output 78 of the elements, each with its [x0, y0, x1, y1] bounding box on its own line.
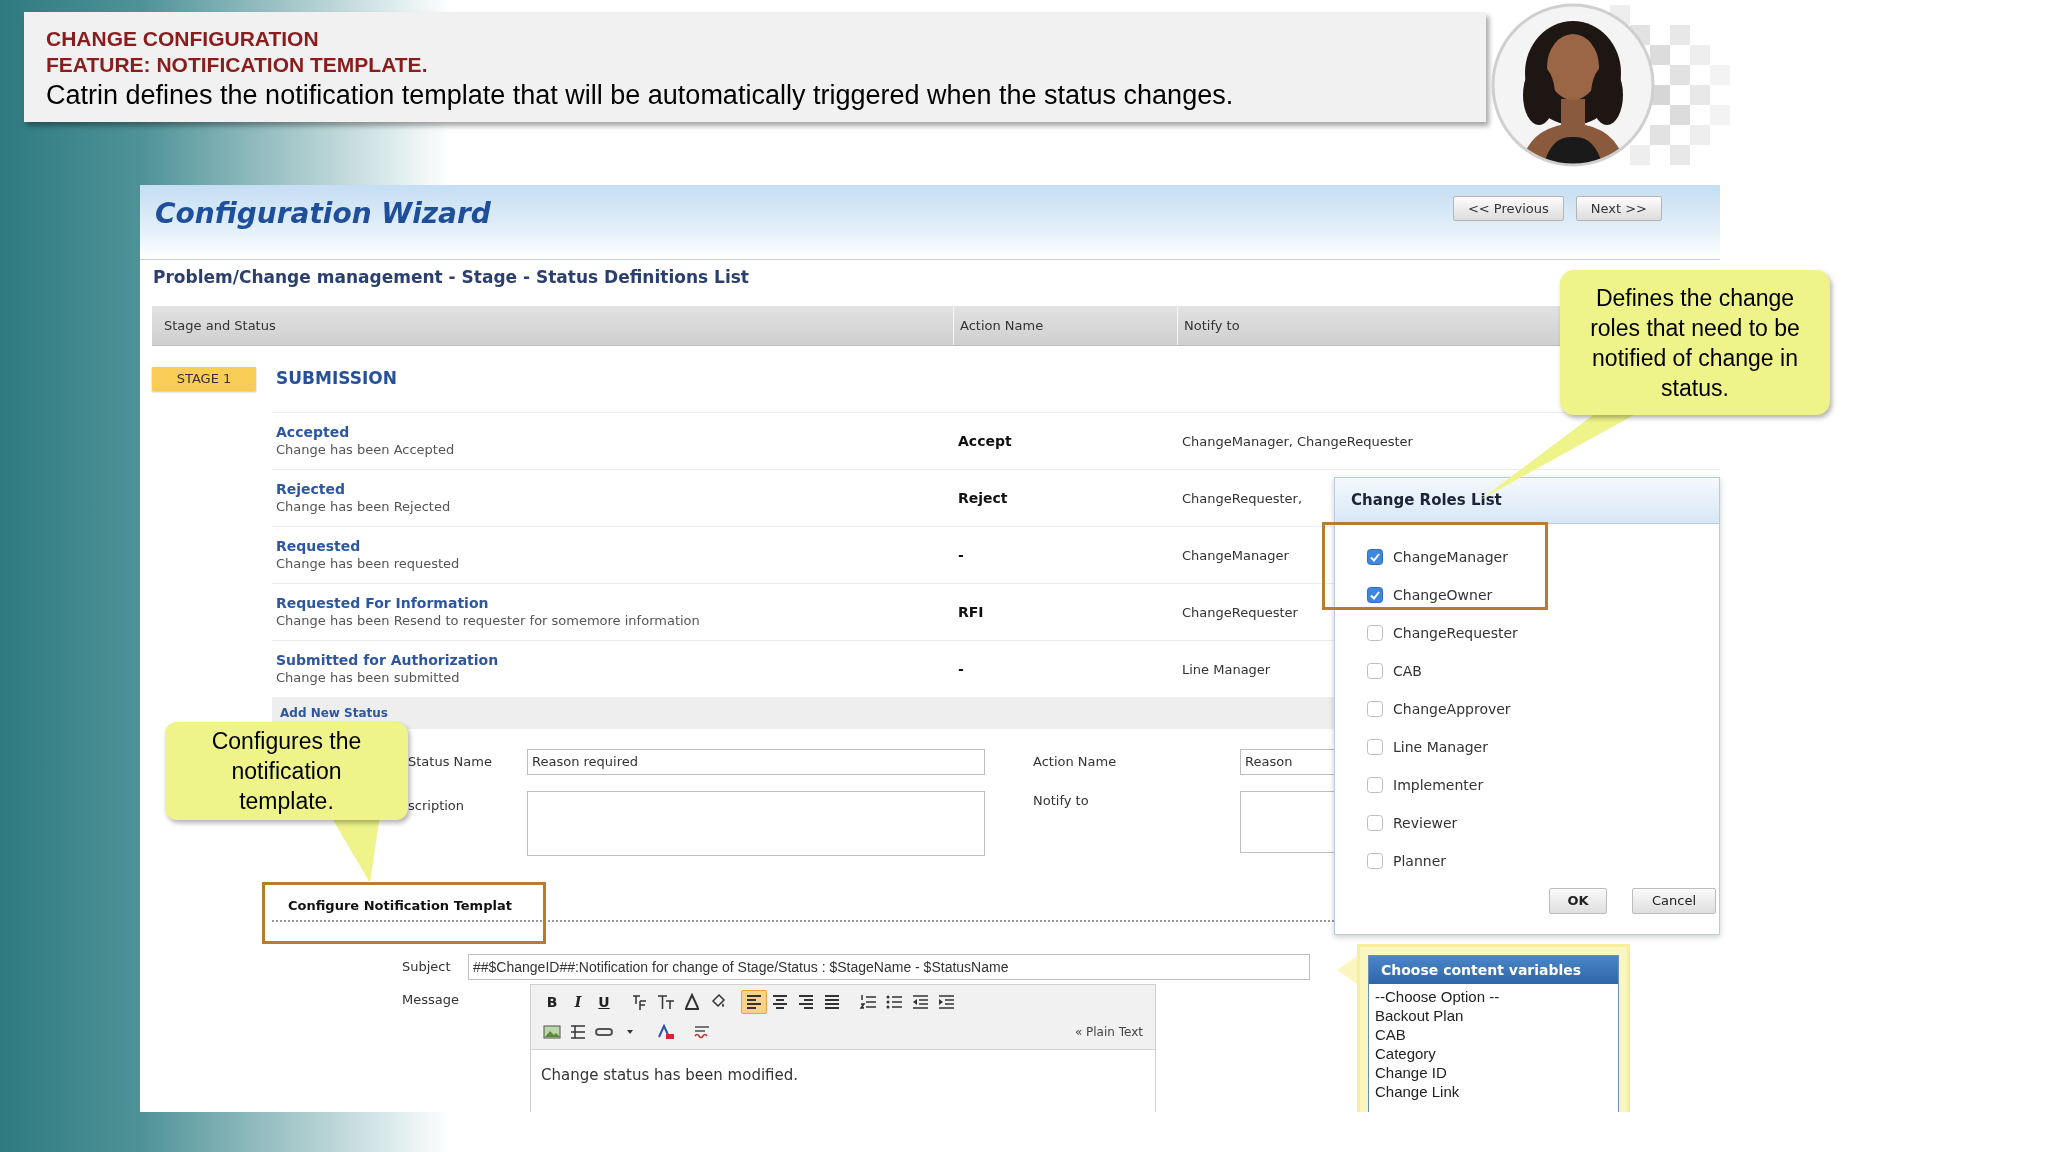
- checkbox[interactable]: [1367, 815, 1383, 831]
- field-label: Notify to: [1033, 792, 1090, 810]
- list-option[interactable]: Change Link: [1375, 1082, 1460, 1101]
- role-label: ChangeManager: [1393, 547, 1508, 567]
- role-label: Reviewer: [1393, 813, 1458, 833]
- status-description: Change has been requested: [276, 555, 460, 572]
- format-button[interactable]: I: [565, 990, 591, 1014]
- rich-text-editor[interactable]: B I U « Plain Text Change status has been modified.: [530, 984, 1156, 1112]
- text-field[interactable]: Reason required: [527, 749, 985, 775]
- status-name: Submitted for Authorization: [276, 652, 499, 669]
- align-left-icon[interactable]: [741, 990, 767, 1014]
- list-option[interactable]: --Choose Option --: [1375, 987, 1500, 1006]
- section-heading: Add New Status: [280, 705, 388, 722]
- role-label: Line Manager: [1393, 737, 1488, 757]
- status-name: Rejected: [276, 481, 346, 498]
- subject-field[interactable]: ##$ChangeID##:Notification for change of Stage/Status : $StageName - $StatusName: [468, 954, 1310, 980]
- notify-roles: ChangeRequester,: [1182, 491, 1303, 506]
- action-name: -: [958, 547, 964, 563]
- message-text: Change status has been modified.: [540, 1065, 800, 1086]
- column-header: Stage and Status: [163, 316, 277, 335]
- role-label: Implementer: [1393, 775, 1484, 795]
- checkbox[interactable]: [1367, 777, 1383, 793]
- role-label: ChangeRequester: [1393, 623, 1518, 643]
- role-label: ChangeOwner: [1393, 585, 1493, 605]
- nav-button[interactable]: Next >>: [1575, 196, 1662, 221]
- breadcrumb: Problem/Change management - Stage - Status Definitions List: [153, 266, 749, 289]
- field-label: Message: [402, 991, 460, 1009]
- stage-badge: STAGE 1: [152, 367, 256, 391]
- status-name: Accepted: [276, 424, 350, 441]
- list-option[interactable]: Change ID: [1375, 1063, 1447, 1082]
- action-name: -: [958, 661, 964, 677]
- list-option[interactable]: Backout Plan: [1375, 1006, 1464, 1025]
- notify-roles: ChangeRequester: [1182, 605, 1298, 620]
- format-button[interactable]: U: [591, 990, 617, 1014]
- listbox-header: Choose content variables: [1369, 956, 1618, 984]
- dialog-button[interactable]: OK: [1549, 888, 1607, 914]
- checkbox[interactable]: [1367, 663, 1383, 679]
- status-name: Requested: [276, 538, 361, 555]
- wizard-title: Configuration Wizard: [155, 196, 491, 232]
- nav-button[interactable]: << Previous: [1452, 196, 1564, 221]
- role-label: Planner: [1393, 851, 1447, 871]
- stage-name: SUBMISSION: [276, 367, 397, 391]
- checkbox[interactable]: [1367, 549, 1383, 565]
- dialog-title: Change Roles List: [1351, 490, 1502, 512]
- column-header: Action Name: [953, 306, 1177, 345]
- list-option[interactable]: Category: [1375, 1044, 1436, 1063]
- field-label: Status Name: [408, 753, 493, 772]
- checkbox[interactable]: [1367, 625, 1383, 641]
- checkbox[interactable]: [1367, 853, 1383, 869]
- field-label: Subject: [402, 958, 452, 977]
- field-label: scription: [408, 797, 466, 815]
- list-option[interactable]: CAB: [1375, 1025, 1406, 1044]
- slide-description: Catrin defines the notification template that will be automatically triggered when the status changes.: [46, 79, 1235, 112]
- slide-heading: CHANGE CONFIGURATION: [46, 26, 320, 52]
- status-description: Change has been Rejected: [276, 498, 451, 515]
- dialog-button[interactable]: Cancel: [1632, 888, 1716, 914]
- checkbox[interactable]: [1367, 587, 1383, 603]
- notify-roles: ChangeManager, ChangeRequester: [1182, 434, 1413, 449]
- status-description: Change has been Resend to requester for somemore information: [276, 612, 700, 629]
- variables-listbox[interactable]: Choose content variables --Choose Option -- Backout Plan CAB Category Change ID Change Link: [1368, 955, 1619, 1112]
- slide-heading: FEATURE: NOTIFICATION TEMPLATE.: [46, 52, 429, 78]
- format-button[interactable]: B: [539, 990, 565, 1014]
- plain-text-link[interactable]: « Plain Text: [1074, 1023, 1143, 1041]
- role-label: CAB: [1393, 661, 1422, 681]
- action-name: Accept: [958, 433, 1012, 449]
- notify-roles: ChangeManager: [1182, 548, 1289, 563]
- callout-bubble: Defines the change roles that need to be notified of change in status.: [1560, 270, 1830, 415]
- checkbox[interactable]: [1367, 701, 1383, 717]
- status-description: Change has been submitted: [276, 669, 460, 686]
- action-name: Reject: [958, 490, 1008, 506]
- checkbox[interactable]: [1367, 739, 1383, 755]
- role-label: ChangeApprover: [1393, 699, 1511, 719]
- action-name: RFI: [958, 604, 984, 620]
- status-description: Change has been Accepted: [276, 441, 455, 458]
- status-name: Requested For Information: [276, 595, 489, 612]
- field-label: Action Name: [1033, 753, 1118, 772]
- notify-roles: Line Manager: [1182, 662, 1271, 677]
- section-heading: Configure Notification Templat: [288, 897, 512, 916]
